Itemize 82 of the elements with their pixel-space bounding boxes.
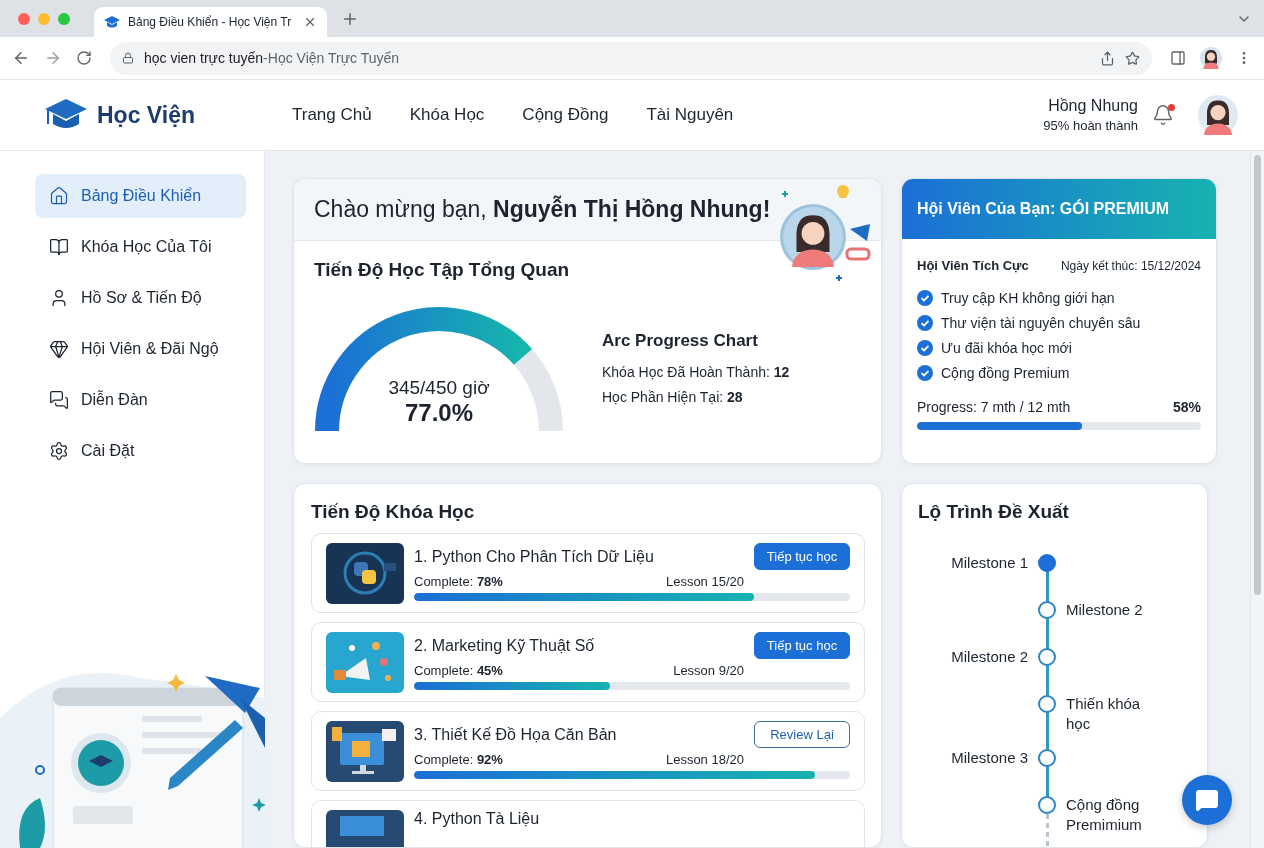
settings-icon (49, 441, 69, 461)
membership-status: Hội Viên Tích Cực (917, 258, 1029, 273)
lesson-text: Lesson 15/20 (665, 574, 744, 589)
sidebar-item[interactable]: Cài Đặt (35, 429, 246, 473)
star-icon[interactable] (1125, 50, 1140, 66)
milestone-label: Cộng đồng Premimium (1066, 795, 1143, 835)
lesson-text: Lesson 9/20 (673, 663, 744, 678)
nav-link[interactable]: Trang Chủ (292, 105, 372, 125)
sidebar-item[interactable]: Bảng Điều Khiển (35, 174, 246, 218)
browser-tab[interactable]: Bảng Điều Khiển - Học Viện Tr (94, 7, 327, 37)
gauge-percent: 77.0% (404, 399, 474, 427)
address-text: học vien trực tuyến-Học Viện Trực Tuyến (144, 50, 400, 66)
milestone-label: Milestone 1 (951, 553, 1028, 573)
nav-link[interactable]: Khóa Học (409, 105, 485, 125)
user-name: Hồng Nhung (1048, 97, 1138, 115)
milestone-label: Milestone 3 (951, 748, 1028, 768)
benefit-text: Ưu đãi khóa học mới (941, 340, 1072, 356)
milestone-dot[interactable] (1038, 749, 1056, 767)
reload-icon[interactable] (76, 50, 92, 66)
complete-text: Complete: 92% (414, 752, 503, 767)
home-icon (49, 186, 69, 206)
course-button[interactable]: Tiếp tục học (754, 543, 850, 570)
lesson-text: Lesson 18/20 (665, 752, 744, 767)
back-icon[interactable] (12, 49, 30, 67)
check-icon (917, 365, 933, 381)
gem-icon (49, 339, 69, 359)
section-title: Tiến Độ Học Tập Tổng Quan (314, 259, 571, 281)
lock-icon (122, 52, 134, 64)
sidebar-item[interactable]: Khóa Học Của Tôi (35, 225, 246, 269)
check-icon (917, 290, 933, 306)
milestone-dot[interactable] (1038, 648, 1056, 666)
graduation-cap-icon (104, 16, 120, 28)
avatar[interactable] (1200, 47, 1222, 69)
stat-text: Học Phần Hiện Tại: 28 (602, 389, 744, 405)
forward-icon[interactable] (44, 49, 62, 67)
milestone-label: Milestone 2 (951, 647, 1028, 667)
side-panel-icon[interactable] (1170, 50, 1186, 66)
progress-percent: 58% (1172, 399, 1201, 415)
address-bar[interactable]: học vien trực tuyến-Học Viện Trực Tuyến (110, 41, 1152, 75)
tab-title: Bảng Điều Khiển - Học Viện Tr (128, 15, 293, 29)
bell-icon[interactable] (1152, 104, 1174, 126)
end-date: Ngày kết thúc: 15/12/2024 (1060, 258, 1201, 273)
course-title: 3. Thiết Kế Đồ Họa Căn Bản (414, 725, 618, 744)
section-title: Tiến Độ Khóa Học (311, 501, 476, 523)
stat-text: Khóa Học Đã Hoàn Thành: 12 (602, 364, 790, 380)
milestone-label: Milestone 2 (1066, 600, 1143, 620)
avatar[interactable] (1198, 95, 1238, 135)
close-icon[interactable] (303, 15, 317, 29)
section-title: Lộ Trình Đề Xuất (918, 501, 1070, 523)
complete-text: Complete: 78% (414, 574, 503, 589)
logo-text: Học Viện (97, 101, 195, 129)
chat-icon (1195, 788, 1219, 812)
membership-title: Hội Viên Của Bạn: GÓI PREMIUM (917, 200, 1170, 218)
benefit-text: Truy cập KH không giới hạn (941, 290, 1115, 306)
scrollbar-thumb[interactable] (1254, 155, 1261, 595)
milestone-dot[interactable] (1038, 796, 1056, 814)
chat-icon (49, 390, 69, 410)
progress-label: Progress: 7 mth / 12 mth (917, 399, 1071, 415)
milestone-dot[interactable] (1038, 695, 1056, 713)
sidebar-item[interactable]: Hội Viên & Đãi Ngộ (35, 327, 246, 371)
course-button[interactable]: Tiếp tục học (754, 632, 850, 659)
milestone-dot[interactable] (1038, 601, 1056, 619)
benefit-text: Cộng đồng Premium (941, 365, 1070, 381)
course-button[interactable]: Review Lại (754, 721, 850, 748)
nav-link[interactable]: Tài Nguyên (646, 105, 734, 125)
milestone-dot[interactable] (1038, 554, 1056, 572)
course-title: 1. Python Cho Phân Tích Dữ Liệu (414, 547, 655, 566)
complete-text: Complete: 45% (414, 663, 503, 678)
benefit-text: Thư viện tài nguyên chuyên sâu (941, 315, 1141, 331)
sidebar-item[interactable]: Hồ Sơ & Tiến Độ (35, 276, 246, 320)
gauge-hours: 345/450 giờ (388, 377, 490, 399)
milestone-label: Thiến khóa học (1066, 694, 1142, 734)
book-icon (49, 237, 69, 257)
check-icon (917, 340, 933, 356)
check-icon (917, 315, 933, 331)
course-title: 2. Marketing Kỹ Thuật Số (414, 636, 596, 655)
stats-title: Arc Progress Chart (602, 331, 759, 351)
nav-link[interactable]: Cộng Đồng (522, 105, 609, 125)
course-title: 4. Python Tà Liệu (414, 810, 541, 828)
share-icon[interactable] (1100, 50, 1115, 66)
welcome-heading: Chào mừng bạn, Nguyễn Thị Hồng Nhung! (314, 196, 771, 223)
sidebar-item[interactable]: Diễn Đàn (35, 378, 246, 422)
